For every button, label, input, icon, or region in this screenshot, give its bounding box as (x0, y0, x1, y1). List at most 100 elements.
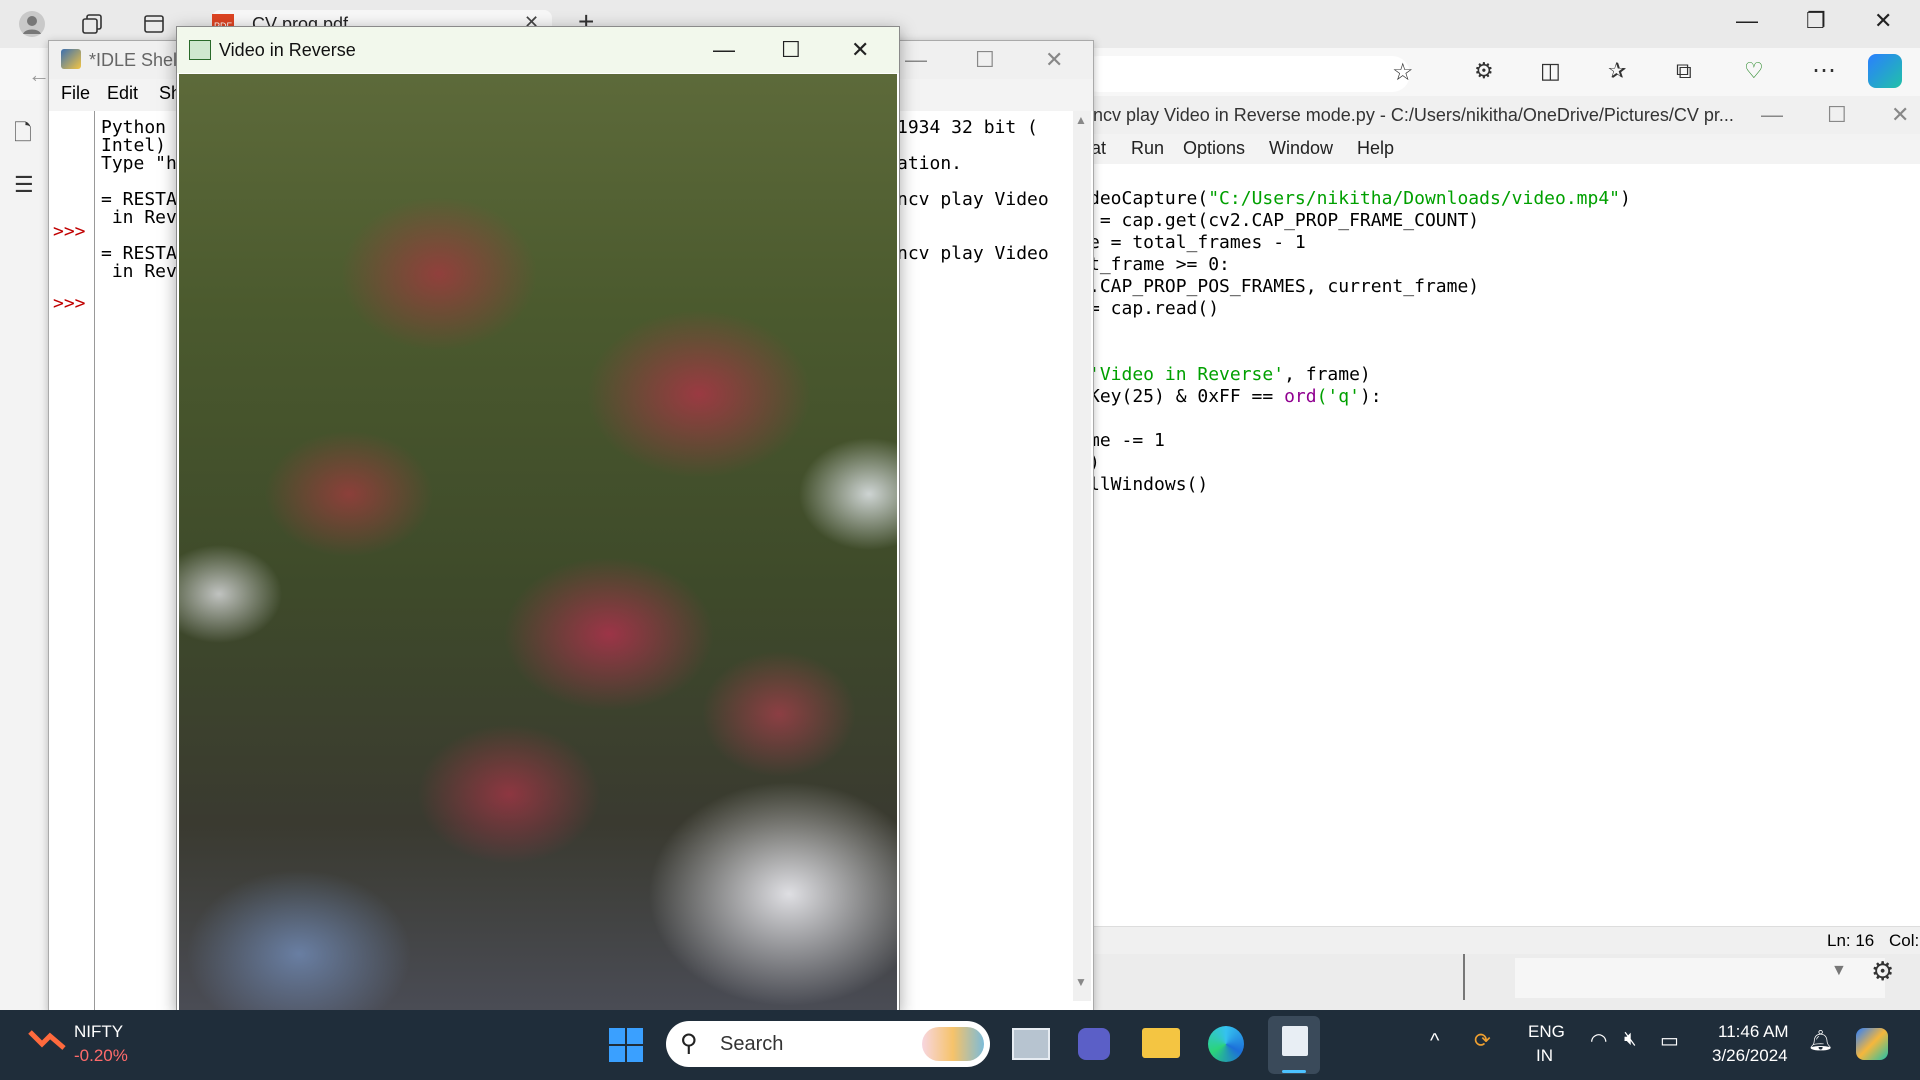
scroll-down-arrow-icon[interactable]: ▼ (1075, 975, 1087, 989)
notification-bell-icon[interactable]: 🔔︎ (1808, 1028, 1833, 1053)
menu-run[interactable]: Run (1131, 138, 1164, 159)
nifty-change: -0.20% (74, 1046, 128, 1065)
idle-menu-file[interactable]: File (61, 83, 90, 104)
copilot-icon[interactable] (1868, 54, 1902, 88)
code-token: .CAP_PROP_POS_FRAMES, current_frame) (1089, 276, 1480, 297)
start-icon[interactable] (608, 1027, 644, 1063)
wifi-icon[interactable]: ◠ (1590, 1028, 1607, 1053)
copilot-taskbar-icon[interactable] (1856, 1028, 1888, 1060)
idle-taskbar-button[interactable] (1268, 1016, 1320, 1074)
teams-icon[interactable] (1078, 1028, 1110, 1060)
editor-minimize-button[interactable]: — (1761, 102, 1783, 128)
idle-scrollbar[interactable]: ▲ ▼ (1073, 111, 1091, 1001)
code-token: deoCapture( (1089, 188, 1209, 209)
video-frame (179, 74, 897, 1011)
shell-line: 1934 32 bit ( (897, 117, 1038, 138)
region-label[interactable]: IN (1536, 1046, 1553, 1066)
scroll-down-arrow-icon[interactable]: ▼ (1831, 962, 1847, 980)
code-line: e = total_frames - 1 (1089, 232, 1631, 254)
favorites-icon[interactable]: ✰ (1608, 58, 1626, 84)
more-icon[interactable]: ⋯ (1812, 56, 1836, 85)
menu-options[interactable]: Options (1183, 138, 1245, 159)
browser-close-button[interactable]: ✕ (1874, 8, 1892, 34)
python-icon (61, 49, 81, 69)
workspaces-icon[interactable] (74, 6, 110, 42)
browser-essentials-icon[interactable]: ♡ (1744, 58, 1764, 84)
code-line: deoCapture("C:/Users/nikitha/Downloads/v… (1089, 188, 1631, 210)
browser-minimize-button[interactable]: — (1736, 8, 1758, 34)
menu-help[interactable]: Help (1357, 138, 1394, 159)
editor-menubar: at Run Options Window Help (1071, 134, 1920, 164)
code-line: 'Video in Reverse', frame) (1089, 364, 1631, 386)
code-line: = cap.read() (1089, 298, 1631, 320)
extensions-icon[interactable]: ⚙ (1474, 58, 1494, 84)
search-placeholder: Search (720, 1033, 784, 1055)
editor-maximize-button[interactable]: ☐ (1827, 102, 1847, 128)
video-close-button[interactable]: ✕ (851, 37, 869, 63)
menu-window[interactable]: Window (1269, 138, 1333, 159)
idle-close-button[interactable]: ✕ (1045, 47, 1063, 73)
shell-line: Python (101, 117, 167, 138)
shell-line: Intel) (101, 135, 167, 156)
search-icon: ⚲ (680, 1030, 698, 1057)
idle-output-right[interactable]: 1934 32 bit (ation. ncv play Video ncv pla… (897, 117, 1049, 264)
code-token: t_frame >= 0: (1089, 254, 1230, 275)
editor-titlebar: ncv play Video in Reverse mode.py - C:/U… (1071, 96, 1920, 134)
nifty-label: NIFTY (74, 1022, 124, 1041)
idle-maximize-button[interactable]: ☐ (975, 47, 995, 73)
address-bar[interactable] (1080, 56, 1410, 92)
shell-prompt: >>> (53, 293, 86, 314)
code-token: "C:/Users/nikitha/Downloads/video.mp4" (1208, 188, 1621, 209)
editor-title: ncv play Video in Reverse mode.py - C:/U… (1093, 104, 1734, 125)
favorite-star-icon[interactable]: ☆ (1392, 58, 1414, 87)
code-line: t_frame >= 0: (1089, 254, 1631, 276)
idle-minimize-button[interactable]: — (905, 47, 927, 73)
editor-close-button[interactable]: ✕ (1891, 102, 1909, 128)
shell-line: Type "h (101, 153, 177, 174)
idle-output-left[interactable]: Python Intel) Type "h = RESTA in Rev = RESTA… (101, 117, 177, 282)
browser-restore-button[interactable]: ❐ (1806, 8, 1826, 34)
code-token: = cap.get(cv2.CAP_PROP_FRAME_COUNT) (1089, 210, 1480, 231)
sync-icon[interactable]: ⟳ (1474, 1028, 1491, 1053)
language-label[interactable]: ENG (1528, 1022, 1565, 1042)
stock-trend-icon[interactable] (28, 1024, 68, 1054)
shell-line: ation. (897, 153, 963, 174)
python-file-icon (1282, 1026, 1308, 1056)
page-icon[interactable]: 🗋 (14, 116, 32, 154)
code-token: llWindows() (1089, 474, 1209, 495)
code-line: me -= 1 (1089, 430, 1631, 452)
code-token: = cap.read() (1089, 298, 1220, 319)
battery-icon[interactable]: ▭ (1660, 1028, 1679, 1053)
file-explorer-icon[interactable] (1142, 1028, 1180, 1058)
clock-time[interactable]: 11:46 AM (1718, 1022, 1789, 1042)
mute-icon[interactable]: 🔇︎ (1624, 1028, 1637, 1051)
line-number: Ln: 16 (1827, 931, 1875, 950)
profile-icon[interactable] (14, 6, 50, 42)
code-area[interactable]: deoCapture("C:/Users/nikitha/Downloads/v… (1089, 188, 1631, 496)
idle-menu-edit[interactable]: Edit (107, 83, 138, 104)
taskbar-search[interactable]: ⚲ Search (666, 1021, 990, 1067)
shell-prompt: >>> (53, 221, 86, 242)
collections-icon[interactable]: ⧉ (1676, 58, 1692, 84)
settings-icon[interactable]: ⚙ (1871, 956, 1894, 987)
outline-icon[interactable]: ☰ (14, 172, 34, 198)
edge-icon[interactable] (1208, 1026, 1244, 1062)
task-view-icon[interactable] (1012, 1028, 1050, 1060)
opencv-window-icon (189, 40, 211, 60)
video-maximize-button[interactable]: ☐ (781, 37, 801, 63)
code-token: ) (1620, 188, 1631, 209)
idle-title: *IDLE Shell (89, 50, 182, 70)
code-token: 'Video in Reverse' (1089, 364, 1285, 385)
show-hidden-icons-icon[interactable]: ^ (1430, 1030, 1439, 1053)
tab-actions-icon[interactable] (136, 6, 172, 42)
taskbar: NIFTY -0.20% ⚲ Search ^ ⟳ ENG IN ◠ 🔇︎ ▭ … (0, 1010, 1920, 1080)
scroll-up-arrow-icon[interactable]: ▲ (1075, 113, 1087, 127)
video-minimize-button[interactable]: — (713, 37, 735, 63)
code-token: ('q' (1316, 386, 1360, 407)
column-number: Col: (1889, 931, 1920, 950)
clock-date[interactable]: 3/26/2024 (1712, 1046, 1788, 1066)
split-screen-icon[interactable]: ◫ (1540, 58, 1561, 84)
back-icon[interactable]: ← (28, 62, 50, 88)
